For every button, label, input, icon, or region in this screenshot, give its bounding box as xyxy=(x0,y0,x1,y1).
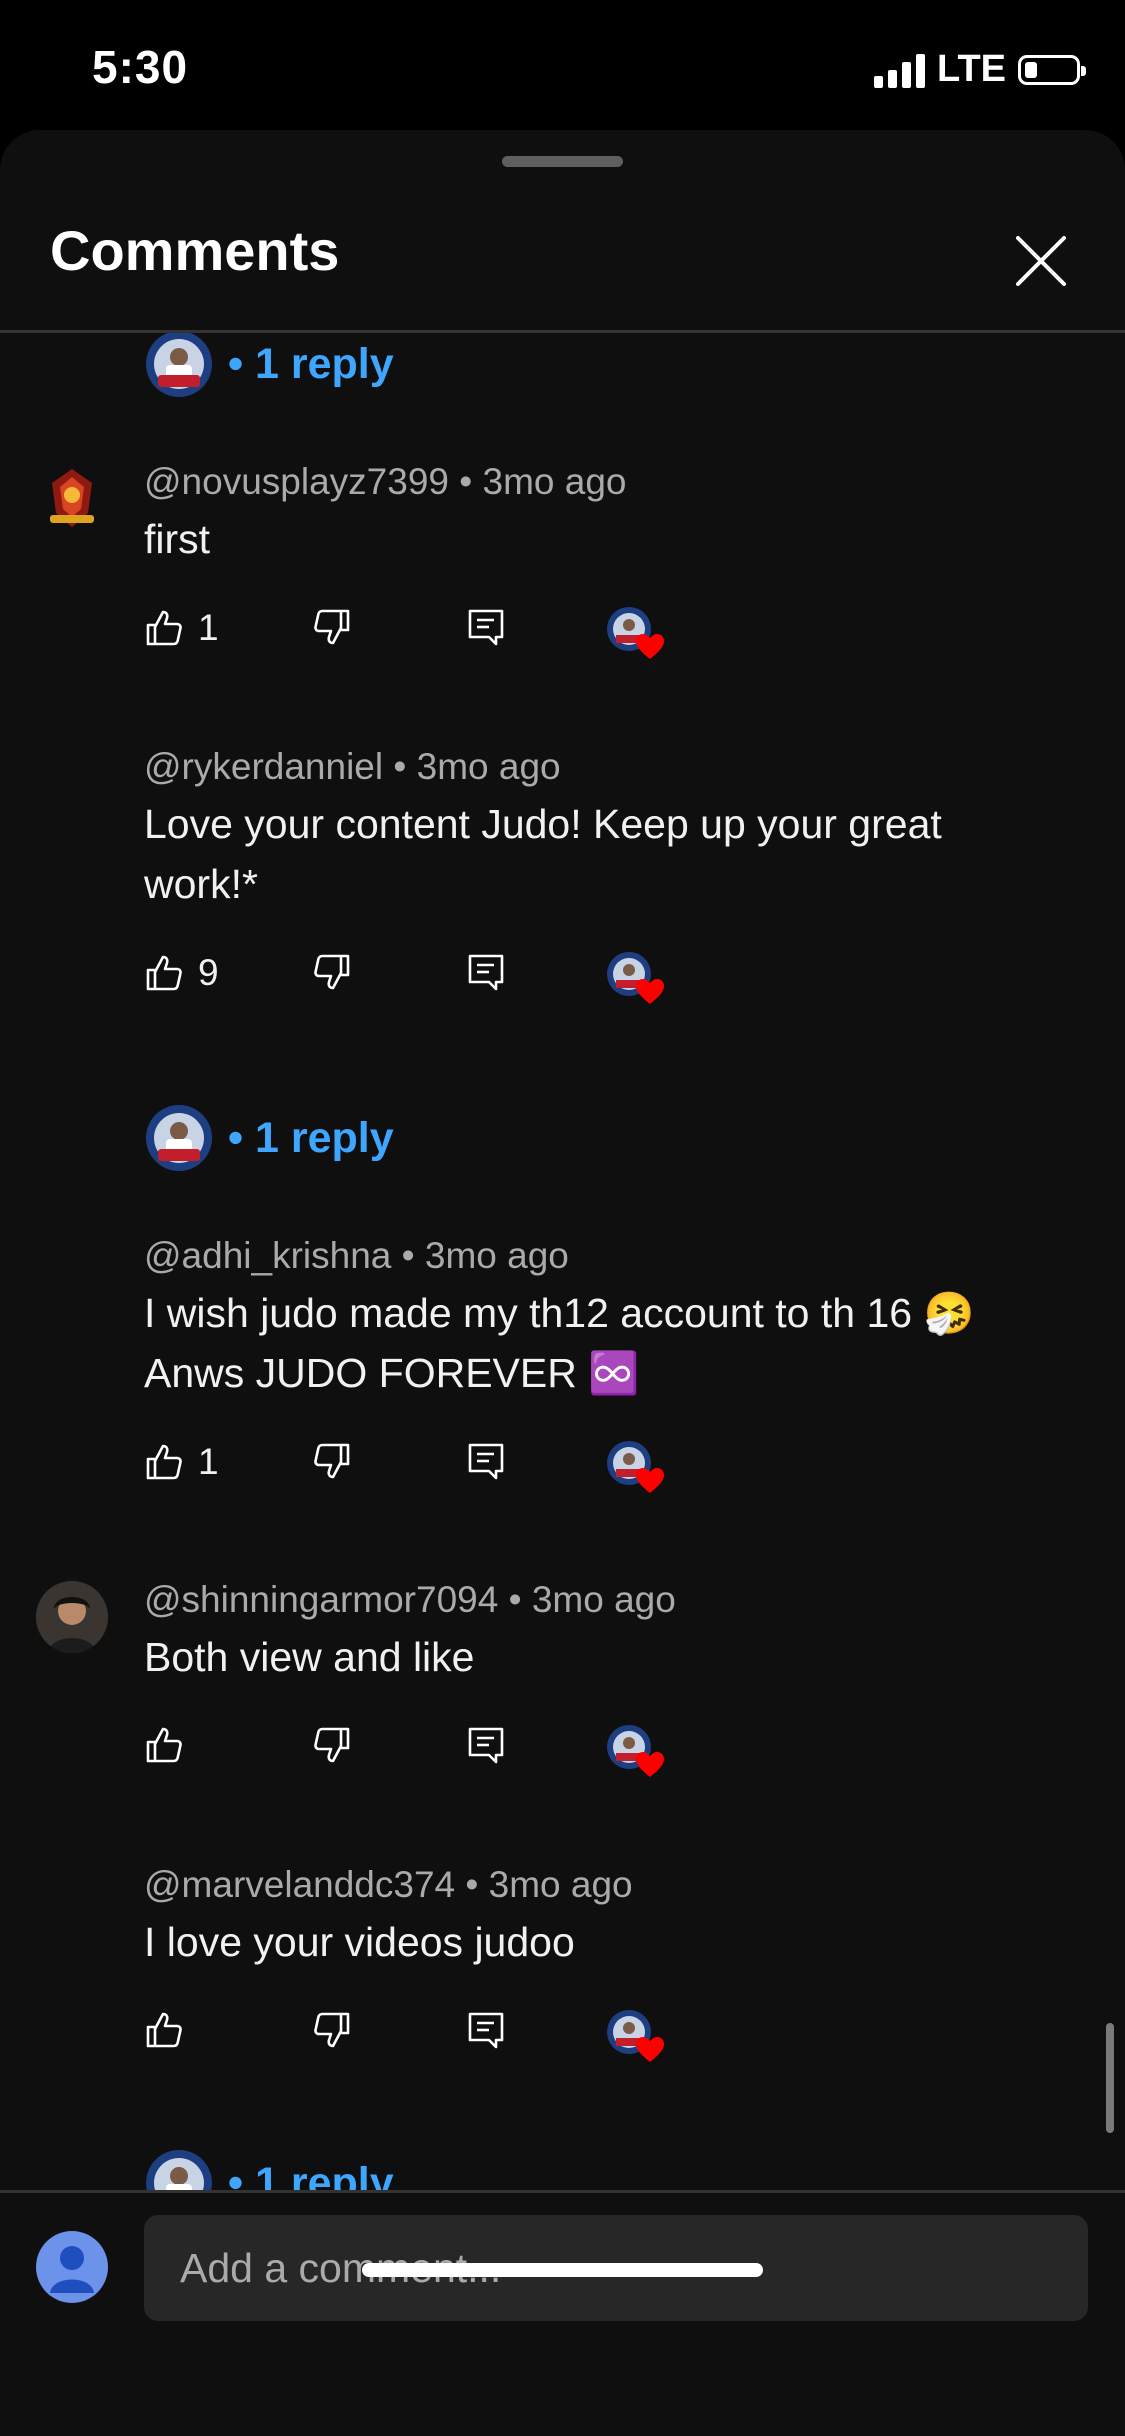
like-count: 1 xyxy=(198,607,219,648)
dislike-button[interactable] xyxy=(312,607,352,647)
comment-author[interactable]: @adhi_krishna xyxy=(144,1235,391,1276)
thumbs-up-icon xyxy=(146,1444,182,1480)
comment-meta: @novusplayz7399 • 3mo ago xyxy=(144,461,627,502)
reply-button[interactable] xyxy=(466,2010,506,2050)
comment-author[interactable]: @rykerdanniel xyxy=(144,746,383,787)
view-replies-button[interactable]: • 1 reply xyxy=(144,1103,394,1173)
home-indicator xyxy=(362,2263,763,2277)
network-label: LTE xyxy=(937,48,1006,90)
reply-icon xyxy=(468,954,504,991)
like-button[interactable] xyxy=(144,2010,198,2050)
thumbs-down-icon xyxy=(314,2012,350,2048)
creator-heart-icon xyxy=(607,607,664,659)
reply-icon xyxy=(468,1443,504,1480)
status-time: 5:30 xyxy=(92,41,189,93)
dislike-button[interactable] xyxy=(312,1725,352,1765)
comment-age: 3mo ago xyxy=(424,1235,569,1276)
creator-heart-icon xyxy=(607,1441,664,1493)
comment-text: Love your content Judo! Keep up your gre… xyxy=(144,801,942,907)
reply-icon xyxy=(468,1727,504,1764)
comment-age: 3mo ago xyxy=(488,1864,633,1905)
comment-text: first xyxy=(144,516,211,562)
channel-avatar-icon xyxy=(146,333,212,397)
thumbs-down-icon xyxy=(314,1727,350,1763)
comment-author[interactable]: @shinningarmor7094 xyxy=(144,1579,498,1620)
user-avatar xyxy=(36,2231,108,2303)
reply-button[interactable] xyxy=(466,1441,506,1481)
comment-meta: @shinningarmor7094 • 3mo ago xyxy=(144,1579,676,1620)
close-button[interactable] xyxy=(1006,226,1076,296)
sheet-title: Comments xyxy=(50,219,340,282)
signal-icon xyxy=(874,52,926,88)
like-button[interactable]: 1 xyxy=(144,607,219,649)
comment-list[interactable]: • 1 reply @novusplayz7399 • 3mo ago firs… xyxy=(0,333,1125,2190)
comment-meta: @rykerdanniel • 3mo ago xyxy=(144,746,561,787)
like-count: 1 xyxy=(198,1441,219,1482)
comment-text: Both view and like xyxy=(144,1634,475,1680)
profile-photo-avatar-icon xyxy=(36,1581,108,1653)
reply-count: • 1 reply xyxy=(228,2158,394,2191)
comment-age: 3mo ago xyxy=(482,461,627,502)
creator-heart-badge xyxy=(604,1719,674,1789)
comment-author[interactable]: @novusplayz7399 xyxy=(144,461,449,502)
like-button[interactable]: 1 xyxy=(144,1441,219,1483)
channel-avatar-icon xyxy=(146,2150,212,2190)
comment-age: 3mo ago xyxy=(416,746,561,787)
reply-count: • 1 reply xyxy=(228,1113,394,1162)
comment-age: 3mo ago xyxy=(531,1579,676,1620)
like-count: 9 xyxy=(198,952,219,993)
creator-heart-badge xyxy=(604,601,674,671)
channel-avatar-icon xyxy=(146,1105,212,1171)
thumbs-up-icon xyxy=(146,1727,182,1763)
reply-count: • 1 reply xyxy=(228,339,394,388)
dislike-button[interactable] xyxy=(312,952,352,992)
comment-meta: @adhi_krishna • 3mo ago xyxy=(144,1235,569,1276)
warrior-logo-avatar-icon xyxy=(50,469,94,527)
comment-text: I wish judo made my th12 account to th 1… xyxy=(144,1290,975,1396)
creator-heart-badge xyxy=(604,1435,674,1505)
thumbs-down-icon xyxy=(314,954,350,990)
status-bar: 5:30 LTE xyxy=(0,0,1125,130)
comment-author[interactable]: @marvelanddc374 xyxy=(144,1864,455,1905)
avatar[interactable] xyxy=(36,1581,108,1653)
thumbs-down-icon xyxy=(314,609,350,645)
thumbs-down-icon xyxy=(314,1443,350,1479)
reply-button[interactable] xyxy=(466,1725,506,1765)
like-button[interactable]: 9 xyxy=(144,952,219,994)
thumbs-up-icon xyxy=(146,955,182,991)
comment-meta: @marvelanddc374 • 3mo ago xyxy=(144,1864,633,1905)
comments-sheet: Comments • 1 reply @novusplayz7399 • 3mo… xyxy=(0,130,1125,2436)
comment-input-bar xyxy=(0,2193,1125,2436)
creator-heart-icon xyxy=(607,2010,664,2062)
thumbs-up-icon xyxy=(146,610,182,646)
reply-icon xyxy=(468,609,504,646)
view-replies-button[interactable]: • 1 reply xyxy=(144,333,394,399)
close-icon xyxy=(1016,236,1066,286)
reply-button[interactable] xyxy=(466,952,506,992)
scrollbar[interactable] xyxy=(1106,2023,1114,2133)
battery-icon xyxy=(1018,54,1086,85)
status-indicators: LTE xyxy=(874,48,1086,91)
creator-heart-badge xyxy=(604,2004,674,2074)
dislike-button[interactable] xyxy=(312,2010,352,2050)
view-replies-button[interactable]: • 1 reply xyxy=(144,2148,394,2190)
avatar[interactable] xyxy=(36,463,108,535)
drag-handle[interactable] xyxy=(502,156,623,167)
thumbs-up-icon xyxy=(146,2012,182,2048)
like-button[interactable] xyxy=(144,1725,198,1765)
reply-icon xyxy=(468,2012,504,2049)
creator-heart-badge xyxy=(604,946,674,1016)
creator-heart-icon xyxy=(607,952,664,1004)
reply-button[interactable] xyxy=(466,607,506,647)
dislike-button[interactable] xyxy=(312,1441,352,1481)
creator-heart-icon xyxy=(607,1725,664,1777)
person-icon xyxy=(50,2246,94,2293)
comment-text: I love your videos judoo xyxy=(144,1919,575,1965)
